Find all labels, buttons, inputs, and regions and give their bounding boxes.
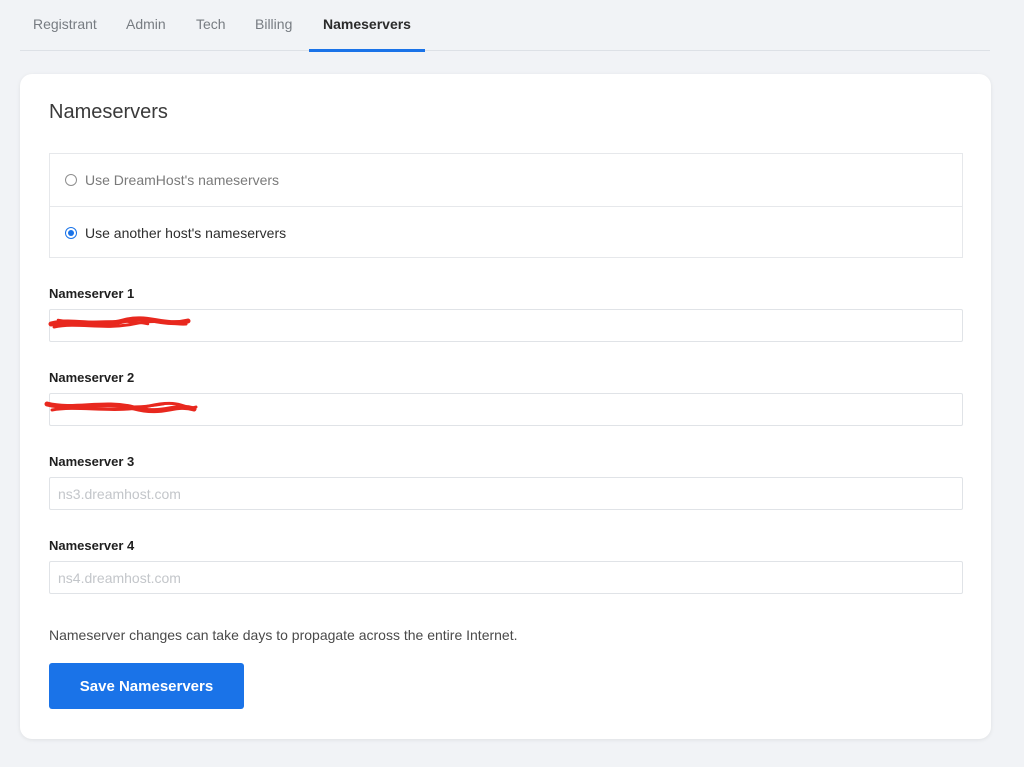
nameserver-2-input[interactable] bbox=[49, 393, 963, 426]
nameserver-4-label: Nameserver 4 bbox=[49, 538, 135, 553]
nameserver-1-input[interactable] bbox=[49, 309, 963, 342]
tab-bar: Registrant Admin Tech Billing Nameserver… bbox=[20, 0, 990, 52]
nameserver-option-group: Use DreamHost's nameservers Use another … bbox=[49, 153, 963, 258]
option-dreamhost-label: Use DreamHost's nameservers bbox=[85, 172, 280, 188]
radio-dreamhost-unchecked[interactable] bbox=[65, 174, 77, 186]
tab-billing[interactable]: Billing bbox=[255, 0, 292, 51]
option-other-host-label: Use another host's nameservers bbox=[85, 224, 287, 241]
active-tab-indicator bbox=[309, 49, 425, 52]
tab-admin[interactable]: Admin bbox=[126, 0, 166, 51]
nameserver-4-input[interactable] bbox=[49, 561, 963, 594]
tab-tech[interactable]: Tech bbox=[196, 0, 226, 51]
option-dreamhost-nameservers[interactable]: Use DreamHost's nameservers bbox=[50, 154, 962, 206]
nameserver-3-input[interactable] bbox=[49, 477, 963, 510]
nameserver-3-label: Nameserver 3 bbox=[49, 454, 135, 469]
tab-registrant[interactable]: Registrant bbox=[33, 0, 97, 51]
propagation-note: Nameserver changes can take days to prop… bbox=[49, 627, 518, 643]
tab-nameservers-label: Nameservers bbox=[323, 16, 411, 32]
card-title: Nameservers bbox=[49, 101, 168, 123]
tab-nameservers[interactable]: Nameservers bbox=[309, 0, 425, 52]
option-other-host-nameservers[interactable]: Use another host's nameservers bbox=[50, 206, 962, 258]
nameserver-2-label: Nameserver 2 bbox=[49, 370, 135, 385]
save-nameservers-button[interactable]: Save Nameservers bbox=[49, 663, 244, 709]
radio-other-host-checked[interactable] bbox=[65, 226, 77, 239]
nameservers-card: Nameservers Use DreamHost's nameservers … bbox=[20, 74, 991, 739]
nameserver-1-label: Nameserver 1 bbox=[49, 286, 135, 301]
